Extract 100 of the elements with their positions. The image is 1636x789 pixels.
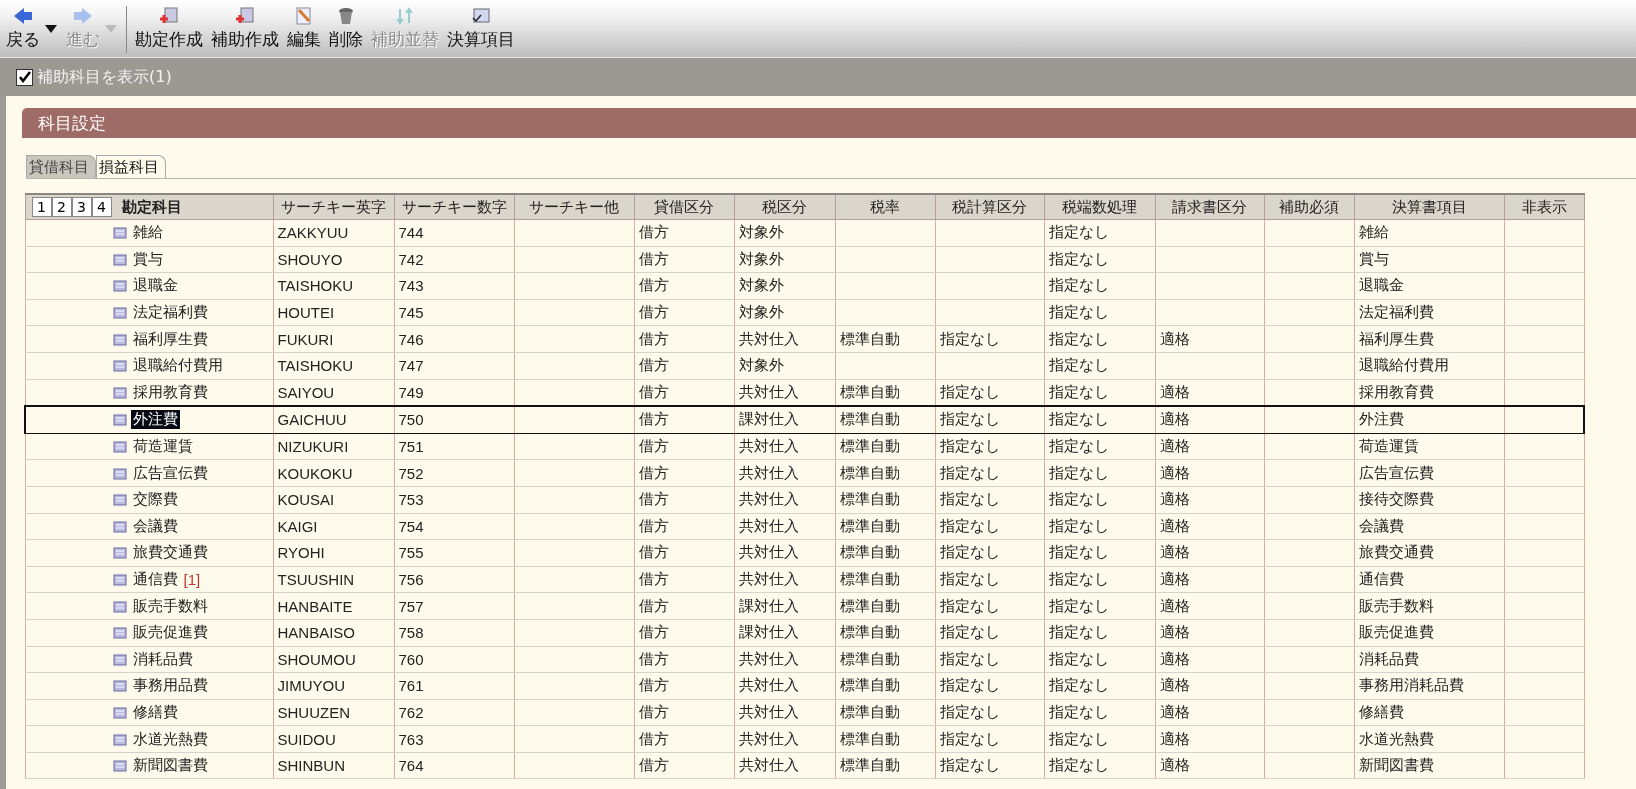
table-cell: 共対仕入 bbox=[738, 756, 799, 774]
table-cell: 指定なし bbox=[1048, 437, 1109, 455]
book-icon bbox=[112, 573, 127, 586]
toolbar-button[interactable]: 勘定作成 bbox=[131, 0, 207, 57]
section-title: 科目設定 bbox=[22, 108, 1636, 138]
table-cell: 適格 bbox=[1159, 382, 1190, 400]
column-header[interactable]: サーチキー他 bbox=[514, 194, 634, 220]
table-cell: 適格 bbox=[1159, 596, 1190, 614]
level-button[interactable]: 1 bbox=[31, 197, 52, 217]
checkbox[interactable] bbox=[16, 68, 33, 86]
table-cell: 761 bbox=[398, 677, 424, 695]
table-cell: 標準自動 bbox=[839, 570, 900, 587]
checkbox-label: 補助科目を表示(1) bbox=[37, 66, 172, 88]
table-cell: HANBAITE bbox=[277, 597, 353, 615]
book-icon bbox=[112, 252, 127, 266]
account-name[interactable]: 退職金 bbox=[130, 276, 180, 296]
level-button[interactable]: 3 bbox=[71, 197, 92, 217]
table-cell: 退職給付費用 bbox=[1358, 356, 1449, 374]
table-cell: 指定なし bbox=[939, 729, 1000, 747]
column-header[interactable]: 決算書項目 bbox=[1354, 194, 1504, 220]
table-cell: 755 bbox=[398, 544, 424, 562]
toolbar-button[interactable]: 編集 bbox=[283, 0, 325, 57]
account-name[interactable]: 荷造運賃 bbox=[130, 437, 195, 457]
table-cell: 指定なし bbox=[1048, 729, 1109, 747]
table-cell: 764 bbox=[398, 757, 424, 775]
table-cell: SUIDOU bbox=[277, 730, 336, 748]
table-cell: GAICHUU bbox=[277, 411, 347, 429]
table-cell: 通信費 bbox=[1358, 570, 1404, 587]
table-cell: KOUSAI bbox=[277, 491, 335, 509]
add-document-icon bbox=[158, 6, 180, 26]
table-cell: 借方 bbox=[638, 756, 669, 774]
book-icon bbox=[112, 359, 127, 373]
table-cell: 指定なし bbox=[939, 623, 1000, 641]
column-header[interactable]: 税区分 bbox=[734, 194, 835, 220]
table-cell: KAIGI bbox=[277, 517, 318, 535]
table-cell: 福利厚生費 bbox=[1358, 329, 1434, 347]
table-cell: 756 bbox=[398, 571, 424, 588]
toolbar-button[interactable]: 補助作成 bbox=[207, 0, 283, 57]
account-name[interactable]: 消耗品費 bbox=[130, 649, 195, 669]
column-header[interactable]: 非表示 bbox=[1504, 194, 1584, 220]
toolbar-button[interactable]: 削除 bbox=[325, 0, 367, 57]
table-cell: 借方 bbox=[638, 570, 669, 587]
table-cell: 757 bbox=[398, 597, 424, 615]
toolbar-button[interactable]: 戻る bbox=[2, 0, 44, 57]
table-cell: 修繕費 bbox=[1358, 703, 1404, 720]
column-header[interactable]: 請求書区分 bbox=[1155, 194, 1264, 220]
table-cell: 借方 bbox=[638, 382, 669, 400]
book-icon bbox=[113, 413, 127, 427]
table-cell: TAISHOKU bbox=[277, 277, 354, 295]
table-cell: 借方 bbox=[638, 623, 669, 641]
tab[interactable]: 貸借科目 bbox=[26, 155, 96, 178]
table-cell: 746 bbox=[398, 330, 424, 348]
column-header[interactable]: 補助必須 bbox=[1264, 194, 1354, 220]
table-cell: 指定なし bbox=[1048, 329, 1109, 347]
dropdown-caret-icon[interactable] bbox=[44, 24, 58, 34]
column-header[interactable]: 貸借区分 bbox=[634, 194, 734, 220]
level-button[interactable]: 4 bbox=[91, 197, 112, 217]
account-name[interactable]: 交際費 bbox=[130, 490, 180, 510]
book-icon bbox=[112, 226, 127, 240]
table-cell: 借方 bbox=[638, 410, 669, 428]
account-name[interactable]: 会議費 bbox=[130, 516, 180, 536]
book-icon bbox=[112, 385, 127, 399]
table-cell: 標準自動 bbox=[839, 676, 900, 694]
table-cell: 借方 bbox=[638, 303, 669, 321]
account-name[interactable]: 外注費 bbox=[131, 410, 180, 430]
book-icon bbox=[112, 440, 127, 454]
table-cell: 共対仕入 bbox=[738, 729, 799, 747]
table-cell: 借方 bbox=[638, 676, 669, 694]
column-header[interactable]: サーチキー数字 bbox=[394, 194, 514, 220]
table-cell: 対象外 bbox=[738, 223, 784, 241]
table-cell: 共対仕入 bbox=[738, 437, 799, 455]
table-cell: 共対仕入 bbox=[738, 490, 799, 508]
column-header[interactable]: 税計算区分 bbox=[935, 194, 1044, 220]
account-name[interactable]: 賞与 bbox=[130, 249, 165, 269]
table-cell: 指定なし bbox=[1048, 623, 1109, 641]
account-name[interactable]: 雑給 bbox=[130, 223, 165, 243]
account-name[interactable]: 通信費 bbox=[130, 570, 180, 589]
table-cell: 標準自動 bbox=[839, 729, 900, 747]
table-cell: 標準自動 bbox=[839, 543, 900, 561]
toolbar-button[interactable]: 決算項目 bbox=[443, 0, 519, 57]
table-cell: 758 bbox=[398, 624, 424, 642]
table-cell: 指定なし bbox=[939, 676, 1000, 694]
level-button[interactable]: 2 bbox=[51, 197, 72, 217]
table-cell: 共対仕入 bbox=[738, 543, 799, 561]
column-header[interactable]: 税端数処理 bbox=[1044, 194, 1155, 220]
table-cell: 法定福利費 bbox=[1358, 303, 1434, 321]
book-icon bbox=[112, 732, 127, 746]
sub-account-count: [1] bbox=[183, 571, 201, 588]
table-cell: 外注費 bbox=[1358, 410, 1404, 428]
account-name[interactable]: 修繕費 bbox=[130, 703, 180, 722]
report-icon bbox=[470, 6, 492, 26]
table-cell: 749 bbox=[398, 383, 424, 401]
table-cell: 退職金 bbox=[1358, 276, 1404, 294]
column-header[interactable]: 税率 bbox=[835, 194, 935, 220]
table-cell: TAISHOKU bbox=[277, 357, 354, 375]
tab[interactable]: 損益科目 bbox=[96, 155, 166, 178]
table-cell: 標準自動 bbox=[839, 329, 900, 347]
column-header[interactable]: サーチキー英字 bbox=[273, 194, 394, 220]
table-cell: 共対仕入 bbox=[738, 382, 799, 400]
table-cell: KOUKOKU bbox=[277, 464, 353, 482]
